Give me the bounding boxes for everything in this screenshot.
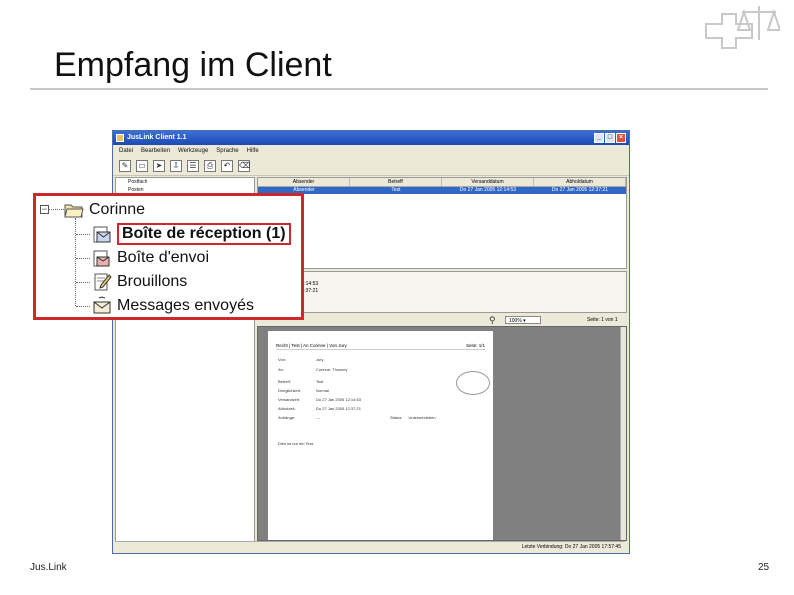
zoom-value: 100% [509,318,522,324]
message-list: Absender Betreff Versanddatum Abholdatum… [257,177,627,269]
sent-messages-icon [93,296,111,314]
receipt-row: Anhänge: --- Status: Unterschrieben [278,415,436,420]
viewer-scrollbar[interactable] [620,327,626,540]
message-details: Test Do 27 Jan 2005 12:14:53 Do 27 Jan 2… [257,271,627,313]
folder-mailbox[interactable]: Postfach [116,178,254,186]
new-message-icon[interactable]: ✎ [119,160,131,172]
receipt-viewer: Recht | Test | An Corinne | Von Jury Sei… [257,326,627,541]
receipt-header-left: Recht | Test | An Corinne | Von Jury [276,343,347,348]
tree-item-drafts[interactable]: Brouillons [92,272,187,292]
print-icon[interactable]: ⎙ [204,160,216,172]
send-icon[interactable]: ➤ [153,160,165,172]
reply-icon[interactable]: ↶ [221,160,233,172]
tree-item-sent[interactable]: Messages envoyés [92,296,254,316]
menu-help[interactable]: Hilfe [247,145,259,157]
menubar: Datei Bearbeiten Werkzeuge Sprache Hilfe [113,145,629,157]
column-subject[interactable]: Betreff [350,178,442,186]
magnifier-icon[interactable]: ⚲ [489,315,498,325]
toolbar: ✎ ▭ ➤ ⇩ ☰ ⎙ ↶ ⌫ [113,157,629,176]
cell-received: Do 27 Jan 2005 12:37:21 [551,187,609,193]
window-title: JusLink Client 1.1 [127,134,187,141]
message-row-selected[interactable]: Absender Test Do 27 Jan 2005 12:14:53 Do… [258,187,626,194]
folder-tree-callout: − Corinne Boîte de réception (1) Boîte d… [33,193,304,320]
column-sender[interactable]: Absender [258,178,350,186]
window-titlebar: JusLink Client 1.1 _ □ × [113,131,629,145]
statusbar: Letzte Verbindung: Do 27 Jan 2005 17:57:… [115,541,625,552]
justice-cross-logo [705,6,780,49]
outbox-icon [93,250,110,267]
zoom-select[interactable]: 100% ▾ [505,316,541,324]
menu-language[interactable]: Sprache [216,145,238,157]
receipt-row: Dringlichkeit: Normal [278,388,329,393]
title-divider [30,88,768,90]
address-book-icon[interactable]: ☰ [187,160,199,172]
cell-subject: Test [391,187,401,193]
tree-root-label: Corinne [89,201,146,218]
delete-icon[interactable]: ⌫ [238,160,250,172]
sent-messages-label: Messages envoyés [117,297,254,314]
menu-file[interactable]: Datei [119,145,133,157]
receipt-row: Abholzeit: Do 27 Jan 2005 12:37:21 [278,406,361,411]
signature-stamp-icon [456,371,490,395]
detail-line: Empfangen [262,295,622,302]
page-indicator: Seite: 1 von 1 [587,317,618,323]
menu-edit[interactable]: Bearbeiten [141,145,170,157]
inbox-label: Boîte de réception (1) [117,223,291,245]
receipt-row: Versandzeit: Do 27 Jan 2005 12:14:53 [278,397,361,402]
footer-brand: Jus.Link [30,562,67,573]
tree-item-outbox[interactable]: Boîte d'envoi [92,248,209,268]
inbox-icon [93,226,111,243]
page-number: 25 [758,562,770,573]
receipt-body: Dies ist nur ein Test. [278,441,314,446]
receipt-row: Von: Jury [278,357,324,362]
column-sent[interactable]: Versanddatum [442,178,534,186]
tree-item-inbox[interactable]: Boîte de réception (1) [92,223,291,245]
detail-line: Do 27 Jan 2005 12:14:53 [262,281,319,287]
viewer-toolbar: ⚲ 100% ▾ Seite: 1 von 1 [257,314,627,326]
outbox-label: Boîte d'envoi [117,249,210,266]
close-button[interactable]: × [616,133,626,143]
tree-root-corinne[interactable]: Corinne [64,200,145,220]
detail-line: Do 27 Jan 2005 12:37:21 [262,288,319,294]
open-folder-icon [64,204,84,218]
minimize-button[interactable]: _ [594,133,604,143]
menu-tools[interactable]: Werkzeuge [178,145,208,157]
cell-sent: Do 27 Jan 2005 12:14:53 [459,187,517,193]
receipt-row: An: Corinne, Thowrey [278,367,348,372]
column-received[interactable]: Abholdatum [534,178,626,186]
maximize-button[interactable]: □ [605,133,615,143]
receipt-header-right: Seite: 1/1 [465,343,485,348]
drafts-label: Brouillons [117,273,188,290]
app-icon [116,134,124,142]
message-list-header: Absender Betreff Versanddatum Abholdatum [258,178,626,187]
receipt-page: Recht | Test | An Corinne | Von Jury Sei… [268,331,493,540]
receipt-header: Recht | Test | An Corinne | Von Jury Sei… [276,343,485,350]
slide-title: Empfang im Client [54,46,332,84]
detail-line: Test [262,274,622,281]
drafts-icon [94,273,112,291]
open-folder-icon[interactable]: ▭ [136,160,148,172]
receive-icon[interactable]: ⇩ [170,160,182,172]
